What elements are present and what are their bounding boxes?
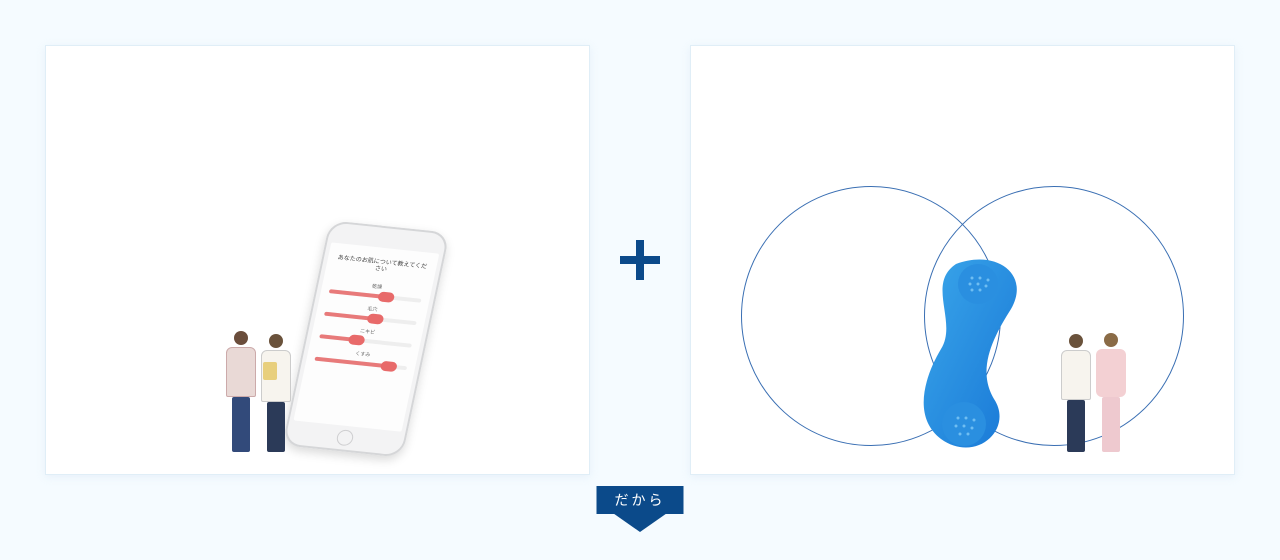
plus-icon (620, 240, 660, 280)
customer-figure (226, 331, 256, 452)
cards-row: あなたのお肌について教えてください 乾燥 毛穴 ニキビ くすみ (45, 45, 1235, 475)
staff-figure (261, 334, 291, 452)
slider-row: 乾燥 (329, 279, 424, 303)
smartphone-illustration: あなたのお肌について教えてください 乾燥 毛穴 ニキビ くすみ (282, 220, 450, 458)
card-app: あなたのお肌について教えてください 乾燥 毛穴 ニキビ くすみ (45, 45, 590, 475)
customer-figure (1096, 333, 1126, 452)
phone-handset-icon (916, 254, 1076, 454)
home-button-icon (335, 429, 354, 446)
smartphone-screen: あなたのお肌について教えてください 乾燥 毛穴 ニキビ くすみ (293, 242, 439, 431)
slider-row: ニキビ (319, 324, 414, 348)
slider-row: 毛穴 (324, 301, 419, 325)
slider-row: くすみ (314, 346, 409, 370)
smartphone-title: あなたのお肌について教えてください (334, 255, 429, 279)
ribbon-label: だから (597, 486, 684, 514)
card-phone (690, 45, 1235, 475)
staff-figure (1061, 334, 1091, 452)
